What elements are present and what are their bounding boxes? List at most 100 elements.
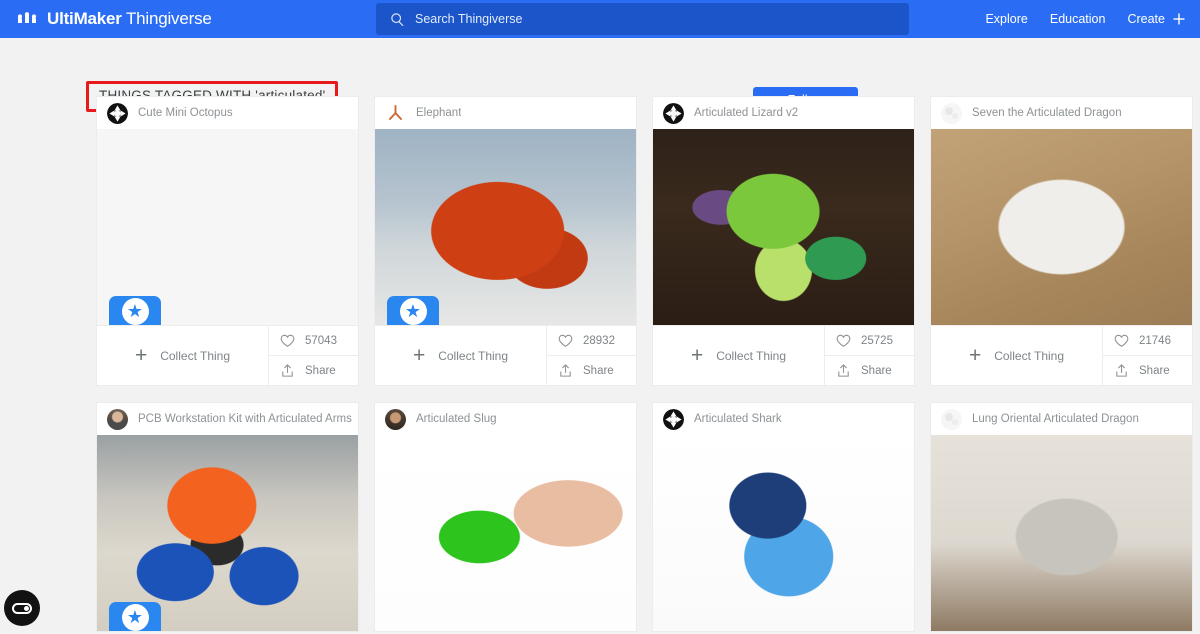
share-button[interactable]: Share [269, 355, 358, 385]
brand-home-link[interactable]: UltiMaker Thingiverse [16, 8, 212, 30]
collect-thing-button[interactable]: + Collect Thing [653, 326, 824, 385]
featured-star-icon: ★ [387, 296, 439, 325]
card-actions: 25725 Share [824, 326, 914, 385]
card-header: Cute Mini Octopus [97, 97, 358, 129]
thing-card[interactable]: Articulated Lizard v2 + Collect Thing 25725… [652, 96, 915, 386]
thing-thumbnail[interactable]: ★ [97, 435, 358, 631]
avatar[interactable] [941, 102, 962, 124]
search-icon [390, 12, 405, 27]
like-count: 28932 [583, 334, 615, 347]
card-actions: 28932 Share [546, 326, 636, 385]
like-count: 21746 [1139, 334, 1171, 347]
thing-card[interactable]: Cute Mini Octopus ★ + Collect Thing 57043 Sha… [96, 96, 359, 386]
nav-link-create[interactable]: Create [1127, 12, 1186, 26]
share-label: Share [305, 364, 336, 377]
heart-icon [1114, 334, 1129, 348]
avatar[interactable] [385, 102, 406, 124]
share-upload-icon [836, 363, 851, 378]
thing-card[interactable]: PCB Workstation Kit with Articulated Arm… [96, 402, 359, 632]
brand-title: UltiMaker Thingiverse [47, 9, 212, 28]
collect-thing-label: Collect Thing [994, 348, 1065, 363]
avatar[interactable] [941, 408, 962, 430]
avatar[interactable] [107, 102, 128, 124]
thing-thumbnail[interactable] [931, 129, 1192, 325]
card-header: Elephant [375, 97, 636, 129]
card-title: Cute Mini Octopus [138, 107, 233, 119]
card-footer: + Collect Thing 25725 Share [653, 325, 914, 385]
collect-thing-button[interactable]: + Collect Thing [931, 326, 1102, 385]
collect-thing-label: Collect Thing [160, 348, 231, 363]
like-button[interactable]: 28932 [547, 326, 636, 355]
plus-icon [1172, 12, 1186, 26]
nav-links: Explore Education Create [985, 0, 1186, 38]
thing-thumbnail[interactable] [653, 435, 914, 631]
share-label: Share [861, 364, 892, 377]
plus-icon: + [968, 344, 982, 367]
thing-card[interactable]: Elephant ★ + Collect Thing 28932 Share [374, 96, 637, 386]
nav-link-explore[interactable]: Explore [985, 12, 1027, 26]
collect-thing-label: Collect Thing [438, 348, 509, 363]
card-footer: + Collect Thing 21746 Share [931, 325, 1192, 385]
plus-icon: + [412, 344, 426, 367]
card-actions: 57043 Share [268, 326, 358, 385]
card-header: Articulated Slug [375, 403, 636, 435]
plus-icon: + [690, 344, 704, 367]
thing-card[interactable]: Seven the Articulated Dragon + Collect Thi… [930, 96, 1193, 386]
collect-thing-button[interactable]: + Collect Thing [97, 326, 268, 385]
featured-star-icon: ★ [109, 602, 161, 631]
card-header: Seven the Articulated Dragon [931, 97, 1192, 129]
things-grid: Cute Mini Octopus ★ + Collect Thing 57043 Sha… [96, 96, 1198, 632]
card-header: PCB Workstation Kit with Articulated Arm… [97, 403, 358, 435]
share-label: Share [1139, 364, 1170, 377]
card-title: Lung Oriental Articulated Dragon [972, 413, 1139, 425]
accessibility-glyph [12, 602, 32, 614]
card-title: Articulated Shark [694, 413, 782, 425]
thing-thumbnail[interactable]: ★ [97, 129, 358, 325]
card-header: Articulated Shark [653, 403, 914, 435]
thing-card[interactable]: Lung Oriental Articulated Dragon [930, 402, 1193, 632]
like-count: 25725 [861, 334, 893, 347]
like-button[interactable]: 25725 [825, 326, 914, 355]
like-count: 57043 [305, 334, 337, 347]
page-header: THINGS TAGGED WITH 'articulated' (1606 T… [0, 38, 1200, 123]
share-upload-icon [558, 363, 573, 378]
ultimaker-logo-icon [16, 8, 38, 30]
card-header: Lung Oriental Articulated Dragon [931, 403, 1192, 435]
like-button[interactable]: 57043 [269, 326, 358, 355]
card-title: PCB Workstation Kit with Articulated Arm… [138, 413, 352, 425]
like-button[interactable]: 21746 [1103, 326, 1192, 355]
card-footer: + Collect Thing 57043 Share [97, 325, 358, 385]
card-footer: + Collect Thing 28932 Share [375, 325, 636, 385]
share-button[interactable]: Share [547, 355, 636, 385]
share-button[interactable]: Share [1103, 355, 1192, 385]
thing-thumbnail[interactable] [653, 129, 914, 325]
thing-card[interactable]: Articulated Shark [652, 402, 915, 632]
card-title: Articulated Slug [416, 413, 497, 425]
collect-thing-label: Collect Thing [716, 348, 787, 363]
share-upload-icon [1114, 363, 1129, 378]
collect-thing-button[interactable]: + Collect Thing [375, 326, 546, 385]
search-input[interactable]: Search Thingiverse [376, 3, 909, 35]
heart-icon [836, 334, 851, 348]
search-placeholder: Search Thingiverse [415, 12, 523, 26]
nav-link-education[interactable]: Education [1050, 12, 1106, 26]
avatar[interactable] [385, 408, 406, 430]
thing-thumbnail[interactable]: ★ [375, 129, 636, 325]
avatar[interactable] [663, 408, 684, 430]
plus-icon: + [134, 344, 148, 367]
card-actions: 21746 Share [1102, 326, 1192, 385]
thing-card[interactable]: Articulated Slug [374, 402, 637, 632]
card-title: Articulated Lizard v2 [694, 107, 799, 119]
heart-icon [558, 334, 573, 348]
heart-icon [280, 334, 295, 348]
avatar[interactable] [663, 102, 684, 124]
avatar[interactable] [107, 408, 128, 430]
top-navbar: UltiMaker Thingiverse Search Thingiverse… [0, 0, 1200, 38]
star-ring: ★ [121, 297, 149, 325]
share-button[interactable]: Share [825, 355, 914, 385]
card-title: Seven the Articulated Dragon [972, 107, 1122, 119]
star-ring: ★ [121, 603, 149, 631]
thing-thumbnail[interactable] [931, 435, 1192, 631]
thing-thumbnail[interactable] [375, 435, 636, 631]
accessibility-toggle-icon[interactable] [4, 590, 40, 626]
